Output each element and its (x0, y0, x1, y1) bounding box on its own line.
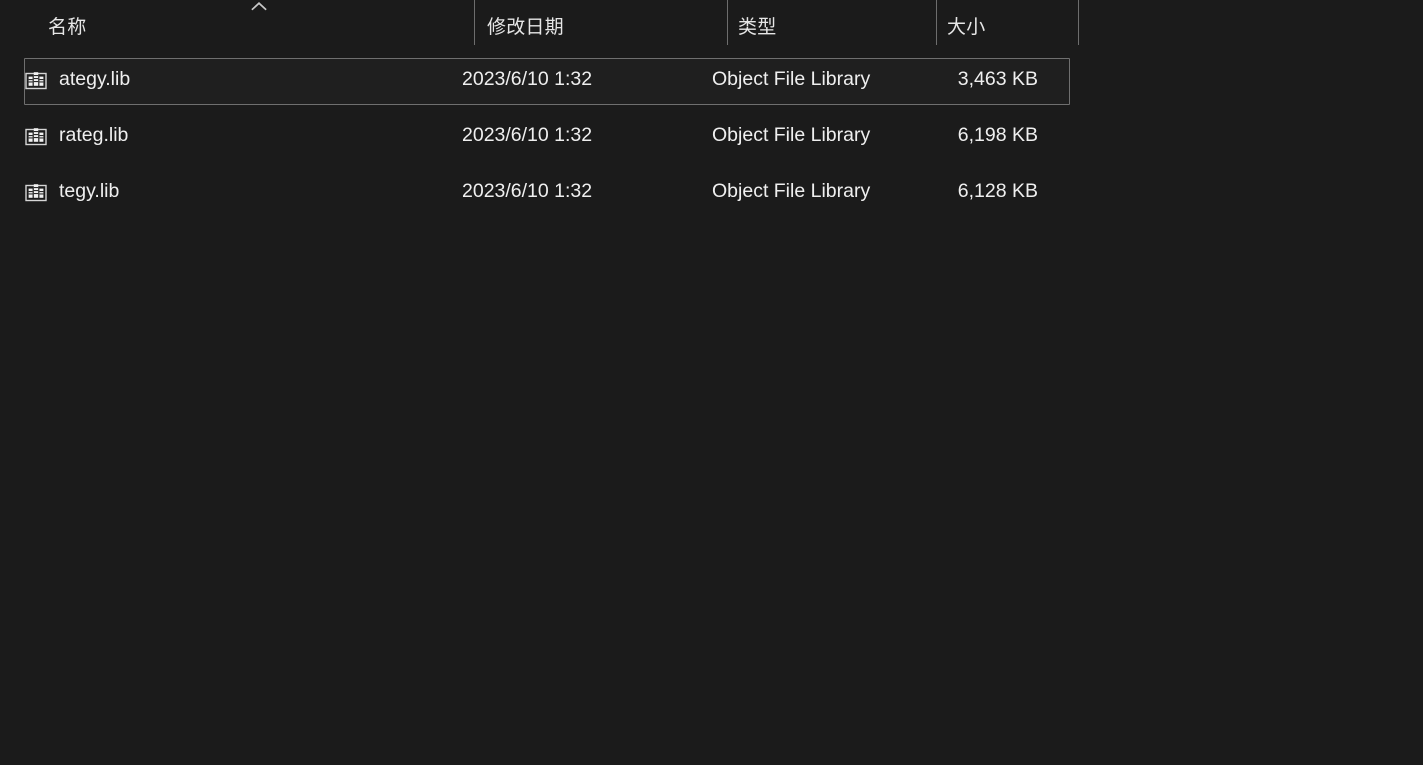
empty-list-area[interactable] (0, 236, 1423, 765)
column-divider-date-type[interactable] (727, 0, 728, 45)
cell-name: rateg.lib (25, 112, 128, 159)
column-header-size[interactable]: 大小 (936, 0, 1078, 46)
column-header-type-label: 类型 (738, 16, 777, 38)
cell-type: Object File Library (712, 124, 871, 146)
library-file-icon (25, 127, 47, 145)
table-row[interactable]: ategy.lib 2023/6/10 1:32 Object File Lib… (0, 56, 1423, 112)
cell-type: Object File Library (712, 68, 871, 90)
cell-date-modified: 2023/6/10 1:32 (462, 68, 593, 90)
cell-size: 6,198 KB (957, 124, 1038, 146)
file-name-label: rateg.lib (59, 123, 129, 146)
column-header-date-modified-label: 修改日期 (487, 16, 564, 38)
column-divider-name-date[interactable] (474, 0, 475, 45)
file-name-label: ategy.lib (59, 67, 131, 90)
cell-name: tegy.lib (25, 168, 119, 215)
column-header-row: 名称 修改日期 类型 大小 (0, 0, 1423, 48)
column-divider-size-end[interactable] (1078, 0, 1079, 45)
column-header-type[interactable]: 类型 (727, 0, 936, 46)
cell-date-modified: 2023/6/10 1:32 (462, 124, 593, 146)
cell-name: ategy.lib (25, 56, 130, 103)
cell-size: 3,463 KB (957, 68, 1038, 90)
file-list: ategy.lib 2023/6/10 1:32 Object File Lib… (0, 56, 1423, 224)
column-header-name-label: 名称 (48, 16, 87, 38)
column-header-date-modified[interactable]: 修改日期 (474, 0, 727, 46)
file-name-label: tegy.lib (59, 179, 120, 202)
library-file-icon (25, 71, 47, 89)
column-divider-type-size[interactable] (936, 0, 937, 45)
column-header-size-label: 大小 (947, 16, 986, 38)
library-file-icon (25, 183, 47, 201)
cell-type: Object File Library (712, 180, 871, 202)
table-row[interactable]: rateg.lib 2023/6/10 1:32 Object File Lib… (0, 112, 1423, 168)
file-list-view: 名称 修改日期 类型 大小 ategy.lib 2023/6/10 1:32 O… (0, 0, 1423, 765)
column-header-name[interactable]: 名称 (0, 0, 474, 46)
cell-date-modified: 2023/6/10 1:32 (462, 180, 593, 202)
cell-size: 6,128 KB (957, 180, 1038, 202)
table-row[interactable]: tegy.lib 2023/6/10 1:32 Object File Libr… (0, 168, 1423, 224)
chevron-up-icon (251, 2, 267, 11)
